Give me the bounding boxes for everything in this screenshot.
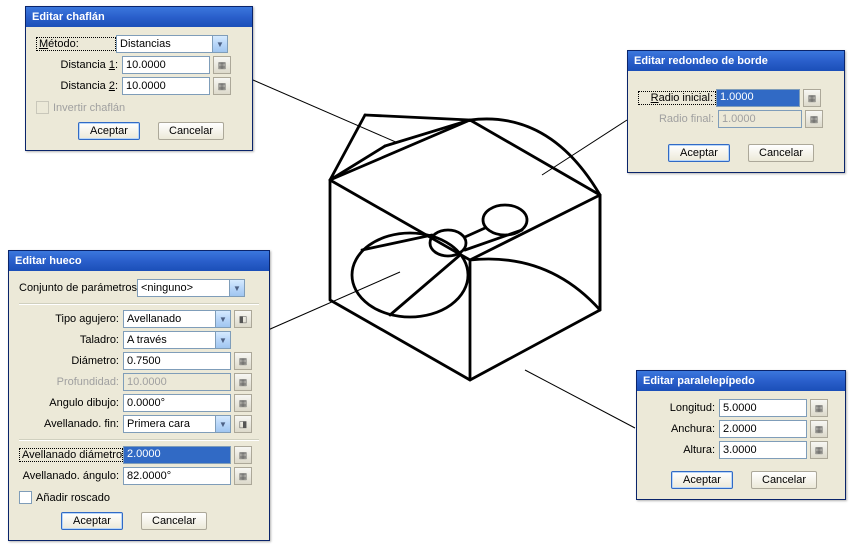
accept-button[interactable]: Aceptar: [78, 122, 140, 140]
hole-type-dropdown[interactable]: Avellanado ▼: [123, 310, 231, 328]
invert-chamfer-label: Invertir chaflán: [53, 102, 125, 114]
countersink-diameter-input[interactable]: 2.0000: [123, 446, 231, 464]
countersink-end-label: Avellanado. fin:: [19, 418, 123, 430]
height-input[interactable]: [719, 441, 807, 459]
length-input[interactable]: [719, 399, 807, 417]
distance1-input[interactable]: [122, 56, 210, 74]
method-dropdown[interactable]: Distancias ▼: [116, 35, 228, 53]
cancel-button[interactable]: Cancelar: [748, 144, 814, 162]
calculator-icon[interactable]: ▦: [234, 394, 252, 412]
countersink-diameter-label: Avellanado diámetro:: [19, 448, 123, 462]
distance2-input[interactable]: [122, 77, 210, 95]
chevron-down-icon[interactable]: ▼: [215, 311, 230, 327]
model-view: [270, 100, 610, 390]
accept-button[interactable]: Aceptar: [671, 471, 733, 489]
width-input[interactable]: [719, 420, 807, 438]
calculator-icon[interactable]: ▦: [213, 56, 231, 74]
param-set-dropdown[interactable]: <ninguno> ▼: [137, 279, 245, 297]
drill-label: Taladro:: [19, 334, 123, 346]
dialog-title: Editar hueco: [9, 251, 269, 271]
distance2-label: Distancia 2:: [36, 80, 122, 92]
edit-chamfer-dialog: Editar chaflán Método: Distancias ▼ Dist…: [25, 6, 253, 151]
chevron-down-icon[interactable]: ▼: [215, 332, 230, 348]
drill-dropdown[interactable]: A través ▼: [123, 331, 231, 349]
invert-chamfer-checkbox: [36, 101, 49, 114]
edit-hole-dialog: Editar hueco Conjunto de parámetros: <ni…: [8, 250, 270, 541]
edit-fillet-dialog: Editar redondeo de borde Radio inicial: …: [627, 50, 845, 173]
dialog-title: Editar chaflán: [26, 7, 252, 27]
length-label: Longitud:: [647, 402, 719, 414]
method-label: Método:: [36, 37, 116, 51]
dialog-title: Editar redondeo de borde: [628, 51, 844, 71]
width-label: Anchura:: [647, 423, 719, 435]
diameter-input[interactable]: [123, 352, 231, 370]
initial-radius-label: Radio inicial:: [638, 91, 716, 105]
edit-box-dialog: Editar paralelepípedo Longitud: ▦ Anchur…: [636, 370, 846, 500]
calculator-icon[interactable]: ▦: [234, 352, 252, 370]
countersink-angle-label: Avellanado. ángulo:: [19, 470, 123, 482]
distance1-label: Distancia 1:: [36, 59, 122, 71]
calculator-icon[interactable]: ▦: [810, 399, 828, 417]
draft-angle-input[interactable]: [123, 394, 231, 412]
initial-radius-input[interactable]: 1.0000: [716, 89, 800, 107]
calculator-icon[interactable]: ▦: [234, 446, 252, 464]
calculator-icon[interactable]: ▦: [234, 373, 252, 391]
countersink-end-icon[interactable]: ◨: [234, 415, 252, 433]
hole-type-label: Tipo agujero:: [19, 313, 123, 325]
cancel-button[interactable]: Cancelar: [141, 512, 207, 530]
diameter-label: Diámetro:: [19, 355, 123, 367]
final-radius-label: Radio final:: [638, 113, 718, 125]
calculator-icon[interactable]: ▦: [803, 89, 821, 107]
param-set-label: Conjunto de parámetros:: [19, 282, 137, 294]
calculator-icon[interactable]: ▦: [234, 467, 252, 485]
chevron-down-icon[interactable]: ▼: [215, 416, 230, 432]
draft-angle-label: Angulo dibujo:: [19, 397, 123, 409]
calculator-icon[interactable]: ▦: [810, 441, 828, 459]
accept-button[interactable]: Aceptar: [668, 144, 730, 162]
calculator-icon[interactable]: ▦: [805, 110, 823, 128]
cancel-button[interactable]: Cancelar: [158, 122, 224, 140]
cancel-button[interactable]: Cancelar: [751, 471, 817, 489]
dialog-title: Editar paralelepípedo: [637, 371, 845, 391]
add-thread-checkbox[interactable]: [19, 491, 32, 504]
chevron-down-icon[interactable]: ▼: [229, 280, 244, 296]
calculator-icon[interactable]: ▦: [213, 77, 231, 95]
add-thread-label: Añadir roscado: [36, 492, 110, 504]
final-radius-input: [718, 110, 802, 128]
calculator-icon[interactable]: ▦: [810, 420, 828, 438]
accept-button[interactable]: Aceptar: [61, 512, 123, 530]
chevron-down-icon[interactable]: ▼: [212, 36, 227, 52]
depth-label: Profundidad:: [19, 376, 123, 388]
hole-type-icon[interactable]: ◧: [234, 310, 252, 328]
depth-input: [123, 373, 231, 391]
height-label: Altura:: [647, 444, 719, 456]
countersink-angle-input[interactable]: [123, 467, 231, 485]
countersink-end-dropdown[interactable]: Primera cara ▼: [123, 415, 231, 433]
